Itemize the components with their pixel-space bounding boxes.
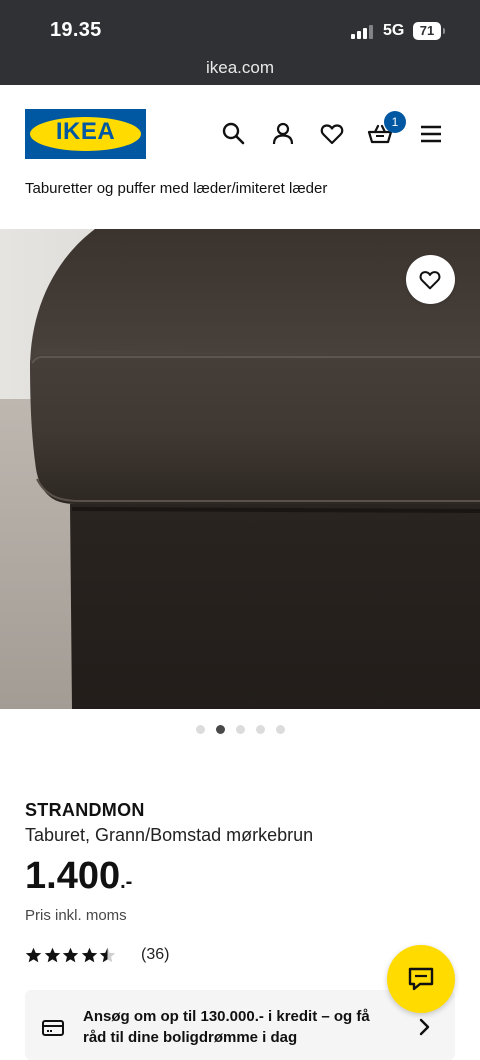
- heart-icon[interactable]: [319, 121, 345, 147]
- signal-icon: [351, 25, 373, 39]
- price-note: Pris inkl. moms: [25, 907, 127, 924]
- status-time: 19.35: [50, 19, 102, 41]
- battery-icon: 71: [413, 22, 441, 40]
- battery-tip: [443, 28, 445, 34]
- product-description: Taburet, Grann/Bomstad mørkebrun: [25, 825, 314, 845]
- address-bar[interactable]: ikea.com: [0, 58, 480, 78]
- review-count: (36): [141, 946, 170, 963]
- gallery-dot[interactable]: [216, 725, 225, 734]
- product-price: 1.400.-: [25, 855, 132, 898]
- network-label: 5G: [383, 22, 405, 39]
- site-header: IKEA 1: [0, 85, 480, 185]
- star-full-icon: [62, 947, 79, 963]
- gallery-dot[interactable]: [236, 725, 245, 734]
- ottoman-photo: [0, 229, 480, 709]
- chat-button[interactable]: [387, 945, 455, 1013]
- credit-banner[interactable]: Ansøg om op til 130.000.- i kredit – og …: [25, 990, 455, 1060]
- star-full-icon: [81, 947, 97, 963]
- cart-count-badge: 1: [384, 111, 406, 133]
- product-name[interactable]: STRANDMON: [25, 800, 145, 821]
- gallery-pagination: [196, 725, 296, 735]
- price-suffix: .-: [120, 871, 133, 893]
- credit-banner-text: Ansøg om op til 130.000.- i kredit – og …: [83, 1008, 370, 1046]
- logo-text: IKEA: [55, 118, 116, 145]
- star-full-icon: [44, 947, 60, 963]
- profile-icon[interactable]: [270, 121, 296, 147]
- product-image[interactable]: [0, 229, 480, 709]
- price-value: 1.400: [25, 855, 121, 897]
- gallery-dot[interactable]: [276, 725, 285, 734]
- chevron-right-icon: [419, 1018, 430, 1036]
- menu-icon[interactable]: [418, 121, 444, 147]
- search-icon[interactable]: [221, 121, 247, 147]
- chat-icon: [408, 967, 434, 991]
- gallery-dot[interactable]: [196, 725, 205, 734]
- star-half-icon: [99, 947, 116, 963]
- breadcrumb[interactable]: Taburetter og puffer med læder/imiteret …: [25, 180, 327, 197]
- ikea-logo[interactable]: IKEA: [25, 109, 146, 159]
- heart-icon: [419, 271, 441, 290]
- gallery-dot[interactable]: [256, 725, 265, 734]
- status-bar: 19.35 5G 71 ikea.com: [0, 0, 480, 85]
- credit-card-icon: [42, 1020, 64, 1036]
- star-full-icon: [25, 947, 42, 963]
- add-to-favorites-button[interactable]: [406, 255, 455, 304]
